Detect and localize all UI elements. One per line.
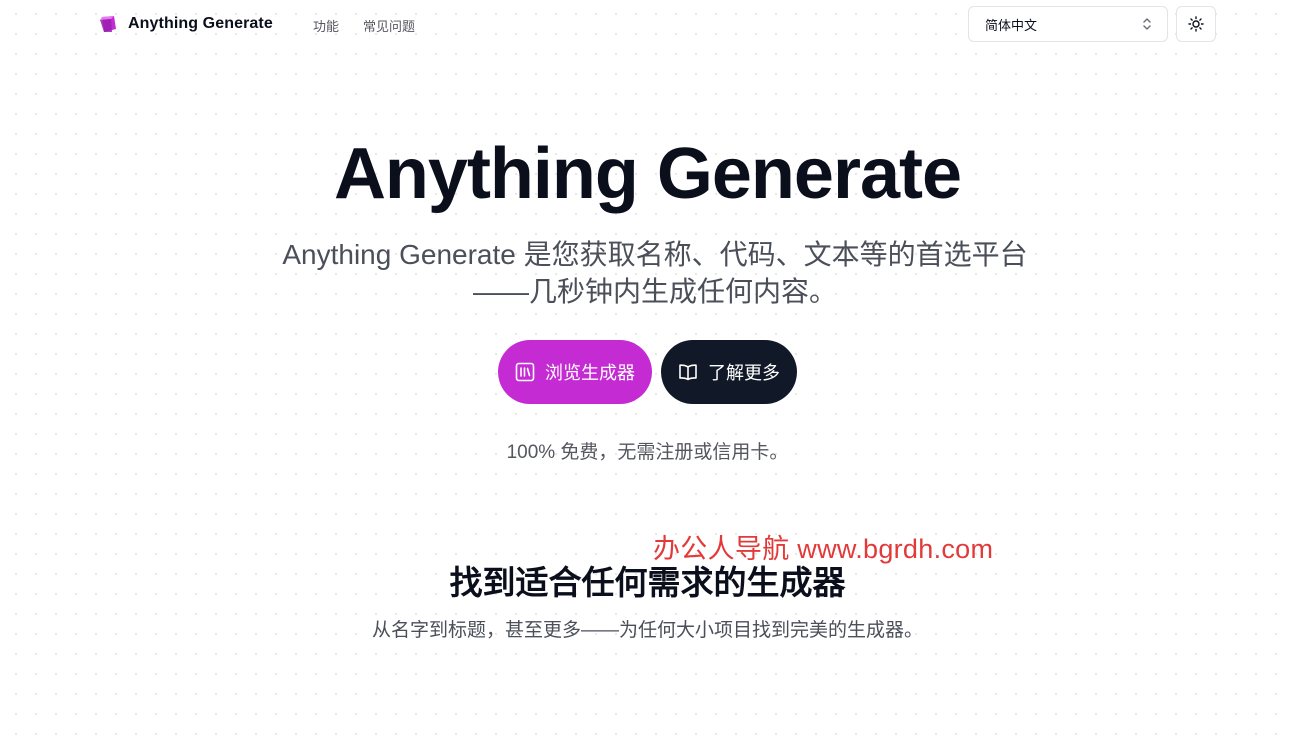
sun-icon (1188, 16, 1204, 32)
nav-link-faq[interactable]: 常见问题 (363, 16, 415, 35)
library-icon (515, 362, 535, 382)
chevron-up-down-icon (1143, 18, 1151, 30)
learn-more-button[interactable]: 了解更多 (661, 340, 797, 404)
nav-link-features[interactable]: 功能 (313, 16, 339, 35)
free-note: 100% 免费，无需注册或信用卡。 (506, 442, 789, 463)
section-title: 找到适合任何需求的生成器 (449, 564, 846, 601)
language-select-value: 简体中文 (985, 17, 1038, 33)
language-select[interactable]: 简体中文 (968, 6, 1168, 42)
cube-logo-icon (100, 16, 116, 32)
hero-title: Anything Generate (333, 134, 962, 214)
brand-home-link[interactable]: Anything Generate (98, 14, 273, 34)
learn-more-label: 了解更多 (708, 363, 780, 383)
hero-subtitle: Anything Generate 是您获取名称、代码、文本等的首选平台——几秒… (282, 239, 1028, 307)
theme-toggle-button[interactable] (1176, 6, 1216, 42)
section-subtitle: 从名字到标题，甚至更多——为任何大小项目找到完美的生成器。 (371, 620, 923, 641)
main-nav: 功能 常见问题 (313, 16, 415, 35)
browse-generators-label: 浏览生成器 (545, 363, 635, 383)
top-navigation-bar: Anything Generate 功能 常见问题 简体中文 (0, 0, 1295, 48)
hero-cta-group: 浏览生成器 了解更多 (0, 340, 1295, 404)
browse-generators-button[interactable]: 浏览生成器 (498, 340, 652, 404)
book-open-icon (679, 364, 697, 381)
page: Anything Generate 功能 常见问题 简体中文 Anything … (0, 0, 1295, 750)
brand-name: Anything Generate (128, 15, 273, 32)
